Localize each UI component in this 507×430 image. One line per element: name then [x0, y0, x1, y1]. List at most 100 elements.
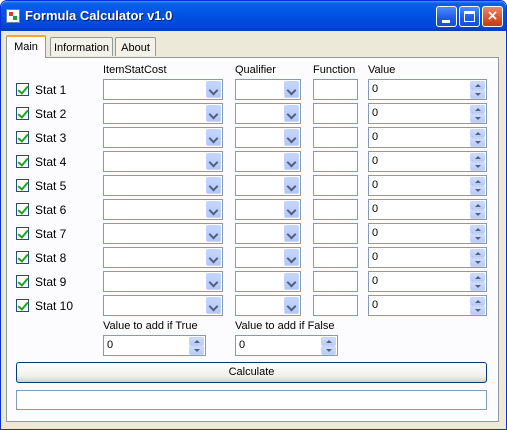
- tab-information[interactable]: Information: [50, 37, 113, 56]
- function-field[interactable]: [313, 151, 358, 172]
- function-field[interactable]: [313, 247, 358, 268]
- chevron-down-icon[interactable]: [284, 225, 299, 242]
- maximize-button[interactable]: [459, 6, 480, 27]
- tab-about[interactable]: About: [115, 37, 156, 56]
- chevron-down-icon[interactable]: [206, 129, 221, 146]
- value-stepper[interactable]: 0: [368, 295, 487, 316]
- qualifier-dropdown[interactable]: [235, 127, 301, 148]
- qualifier-dropdown[interactable]: [235, 103, 301, 124]
- chevron-down-icon[interactable]: [206, 201, 221, 218]
- function-field[interactable]: [313, 175, 358, 196]
- spin-up-icon[interactable]: [470, 273, 485, 282]
- chevron-down-icon[interactable]: [284, 153, 299, 170]
- calculate-button[interactable]: Calculate: [16, 362, 487, 383]
- qualifier-dropdown[interactable]: [235, 175, 301, 196]
- chevron-down-icon[interactable]: [206, 249, 221, 266]
- chevron-down-icon[interactable]: [206, 225, 221, 242]
- itemstatcost-dropdown[interactable]: [103, 223, 223, 244]
- chevron-down-icon[interactable]: [284, 129, 299, 146]
- stat-enable-checkbox[interactable]: [16, 299, 29, 312]
- chevron-down-icon[interactable]: [206, 153, 221, 170]
- chevron-down-icon[interactable]: [206, 273, 221, 290]
- qualifier-dropdown[interactable]: [235, 79, 301, 100]
- value-stepper[interactable]: 0: [368, 247, 487, 268]
- stat-enable-checkbox[interactable]: [16, 203, 29, 216]
- spin-down-icon[interactable]: [470, 258, 485, 267]
- spin-up-icon[interactable]: [470, 297, 485, 306]
- spin-up-icon[interactable]: [470, 201, 485, 210]
- chevron-down-icon[interactable]: [284, 273, 299, 290]
- value-stepper[interactable]: 0: [368, 103, 487, 124]
- result-field[interactable]: [16, 390, 487, 410]
- spin-up-icon[interactable]: [189, 337, 204, 346]
- qualifier-dropdown[interactable]: [235, 151, 301, 172]
- chevron-down-icon[interactable]: [206, 105, 221, 122]
- function-field[interactable]: [313, 103, 358, 124]
- itemstatcost-dropdown[interactable]: [103, 175, 223, 196]
- spin-down-icon[interactable]: [470, 210, 485, 219]
- function-field[interactable]: [313, 223, 358, 244]
- itemstatcost-dropdown[interactable]: [103, 199, 223, 220]
- stat-enable-checkbox[interactable]: [16, 83, 29, 96]
- stat-enable-checkbox[interactable]: [16, 107, 29, 120]
- function-field[interactable]: [313, 199, 358, 220]
- chevron-down-icon[interactable]: [206, 177, 221, 194]
- stat-enable-checkbox[interactable]: [16, 179, 29, 192]
- spin-down-icon[interactable]: [470, 138, 485, 147]
- itemstatcost-dropdown[interactable]: [103, 103, 223, 124]
- spin-up-icon[interactable]: [470, 225, 485, 234]
- itemstatcost-dropdown[interactable]: [103, 127, 223, 148]
- itemstatcost-dropdown[interactable]: [103, 151, 223, 172]
- spin-up-icon[interactable]: [470, 105, 485, 114]
- chevron-down-icon[interactable]: [206, 297, 221, 314]
- value-stepper[interactable]: 0: [368, 151, 487, 172]
- value-stepper[interactable]: 0: [368, 79, 487, 100]
- value-stepper[interactable]: 0: [368, 127, 487, 148]
- spin-down-icon[interactable]: [470, 162, 485, 171]
- chevron-down-icon[interactable]: [284, 297, 299, 314]
- itemstatcost-dropdown[interactable]: [103, 79, 223, 100]
- spin-down-icon[interactable]: [189, 346, 204, 355]
- function-field[interactable]: [313, 295, 358, 316]
- spin-up-icon[interactable]: [321, 337, 336, 346]
- function-field[interactable]: [313, 127, 358, 148]
- spin-down-icon[interactable]: [470, 234, 485, 243]
- itemstatcost-dropdown[interactable]: [103, 295, 223, 316]
- spin-down-icon[interactable]: [470, 114, 485, 123]
- spin-up-icon[interactable]: [470, 177, 485, 186]
- value-stepper[interactable]: 0: [368, 175, 487, 196]
- itemstatcost-dropdown[interactable]: [103, 247, 223, 268]
- spin-down-icon[interactable]: [470, 186, 485, 195]
- value-if-false-stepper[interactable]: 0: [235, 335, 338, 356]
- title-bar[interactable]: Formula Calculator v1.0 ×: [1, 1, 506, 31]
- chevron-down-icon[interactable]: [284, 201, 299, 218]
- close-button[interactable]: ×: [482, 6, 503, 27]
- spin-down-icon[interactable]: [321, 346, 336, 355]
- spin-up-icon[interactable]: [470, 129, 485, 138]
- itemstatcost-dropdown[interactable]: [103, 271, 223, 292]
- function-field[interactable]: [313, 271, 358, 292]
- chevron-down-icon[interactable]: [206, 81, 221, 98]
- stat-enable-checkbox[interactable]: [16, 275, 29, 288]
- value-stepper[interactable]: 0: [368, 223, 487, 244]
- spin-down-icon[interactable]: [470, 306, 485, 315]
- value-stepper[interactable]: 0: [368, 199, 487, 220]
- value-if-true-stepper[interactable]: 0: [103, 335, 206, 356]
- stat-enable-checkbox[interactable]: [16, 251, 29, 264]
- spin-down-icon[interactable]: [470, 90, 485, 99]
- qualifier-dropdown[interactable]: [235, 295, 301, 316]
- tab-main[interactable]: Main: [6, 35, 46, 58]
- qualifier-dropdown[interactable]: [235, 271, 301, 292]
- spin-up-icon[interactable]: [470, 249, 485, 258]
- chevron-down-icon[interactable]: [284, 81, 299, 98]
- qualifier-dropdown[interactable]: [235, 223, 301, 244]
- chevron-down-icon[interactable]: [284, 105, 299, 122]
- qualifier-dropdown[interactable]: [235, 199, 301, 220]
- qualifier-dropdown[interactable]: [235, 247, 301, 268]
- stat-enable-checkbox[interactable]: [16, 131, 29, 144]
- stat-enable-checkbox[interactable]: [16, 227, 29, 240]
- spin-down-icon[interactable]: [470, 282, 485, 291]
- spin-up-icon[interactable]: [470, 153, 485, 162]
- spin-up-icon[interactable]: [470, 81, 485, 90]
- value-stepper[interactable]: 0: [368, 271, 487, 292]
